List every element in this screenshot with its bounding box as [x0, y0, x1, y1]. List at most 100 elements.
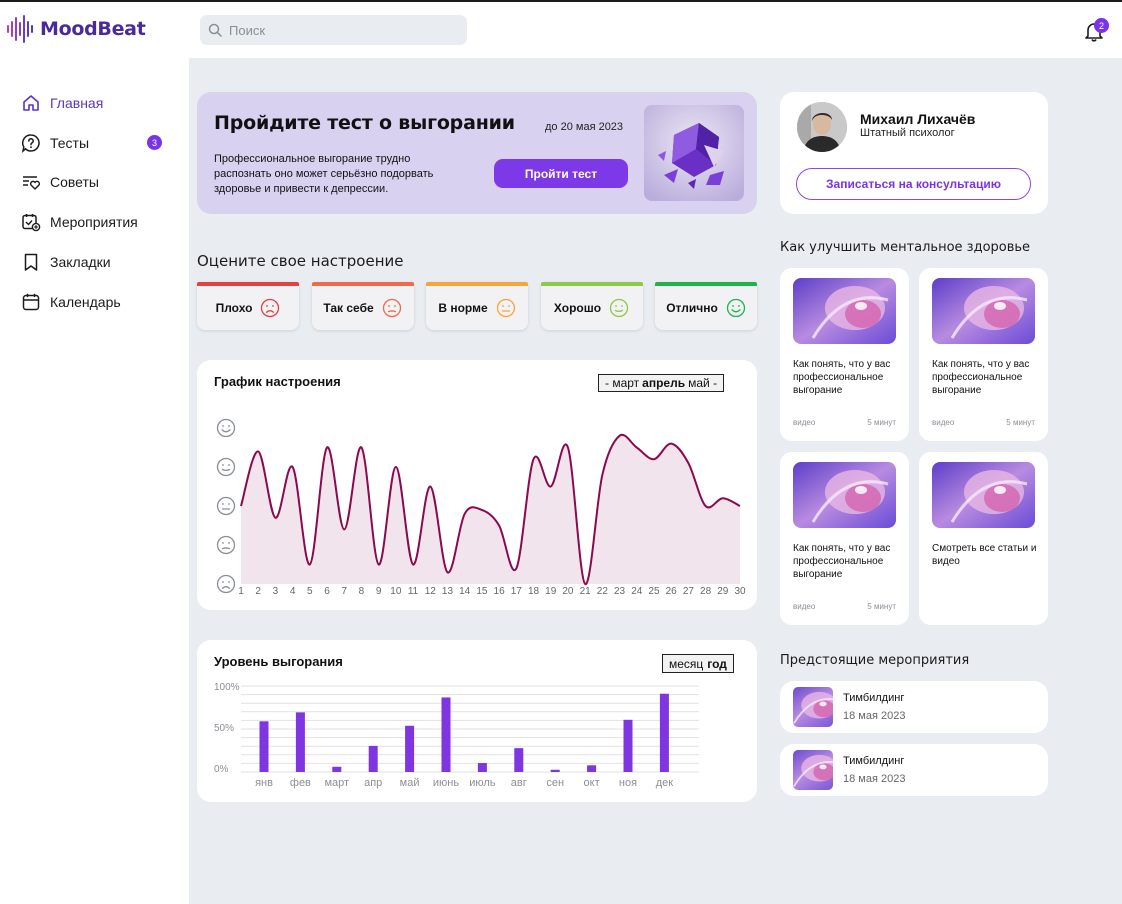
mood-option-button[interactable]: Отлично	[655, 282, 757, 330]
x-tick-label: 26	[666, 586, 678, 597]
x-tick-label: 10	[390, 586, 402, 597]
article-image	[932, 278, 1035, 344]
x-tick-label: 15	[476, 586, 488, 597]
x-tick-label: 14	[459, 586, 471, 597]
sidebar-item-label: Календарь	[50, 294, 121, 310]
bar-дек	[659, 693, 669, 772]
search-input[interactable]	[229, 22, 449, 38]
mood-option-label: Хорошо	[553, 300, 602, 315]
mood-option-label: Так себе	[323, 300, 374, 315]
burnout-test-banner: Пройдите тест о выгорании до 20 мая 2023…	[197, 92, 757, 214]
banner-illustration	[644, 105, 744, 201]
x-tick-label: 2	[255, 586, 261, 597]
mood-area-fill	[241, 434, 740, 585]
article-thumbnail	[932, 462, 1035, 528]
x-tick-label: 16	[494, 586, 506, 597]
y-tick-label: 100%	[214, 682, 240, 693]
take-test-button[interactable]: Пройти тест	[494, 159, 628, 188]
notification-badge: 2	[1094, 18, 1109, 33]
sidebar-item-tests[interactable]: Тесты 3	[21, 133, 166, 153]
sidebar-item-calendar[interactable]: Календарь	[21, 292, 166, 312]
mood-option-label: В норме	[438, 300, 488, 315]
app-name: MoodBeat	[40, 18, 146, 40]
article-card[interactable]: Как понять, что у вас профессиональное в…	[780, 452, 909, 625]
mood-option-button[interactable]: Плохо	[197, 282, 299, 330]
events-section-title: Предстоящие мероприятия	[780, 653, 970, 668]
x-tick-label: 3	[273, 586, 279, 597]
x-tick-label: 30	[734, 586, 746, 597]
bar-март	[332, 766, 342, 772]
event-item[interactable]: Тимбилдинг 18 мая 2023	[780, 744, 1048, 796]
app-logo[interactable]: MoodBeat	[6, 14, 146, 44]
soundwave-logo-icon	[7, 15, 33, 43]
mood-option-button[interactable]: Так себе	[311, 282, 414, 330]
x-tick-label: 8	[359, 586, 365, 597]
see-all-card[interactable]: Смотреть все статьи и видео	[919, 452, 1048, 625]
article-title: Как понять, что у вас профессиональное в…	[793, 359, 891, 396]
search-bar[interactable]	[200, 15, 467, 45]
bar-сен	[550, 769, 560, 772]
bar-авг	[514, 748, 524, 772]
bar-ноя	[623, 719, 633, 772]
x-tick-label: 21	[580, 586, 592, 597]
bar-июль	[477, 763, 487, 772]
article-card[interactable]: Как понять, что у вас профессиональное в…	[780, 268, 909, 441]
mood-option-label: Плохо	[215, 300, 253, 315]
mood-option-button[interactable]: В норме	[426, 282, 528, 330]
article-thumbnail	[793, 278, 896, 344]
x-tick-label: июль	[469, 777, 496, 789]
x-tick-label: 12	[425, 586, 437, 597]
x-tick-label: 17	[511, 586, 523, 597]
sidebar-item-label: Советы	[50, 174, 99, 190]
x-tick-label: 19	[545, 586, 557, 597]
bar-фев	[295, 712, 305, 772]
mood-option-label: Отлично	[666, 300, 718, 315]
x-tick-label: фев	[290, 777, 311, 789]
book-consultation-button[interactable]: Записаться на консультацию	[796, 168, 1031, 200]
x-tick-label: 27	[683, 586, 695, 597]
article-meta: видео 5 минут	[793, 602, 896, 611]
x-tick-label: окт	[584, 777, 600, 789]
mood-option-button[interactable]: Хорошо	[540, 282, 643, 330]
window-top-border	[0, 0, 1122, 2]
bar-июнь	[441, 697, 451, 772]
banner-description: Профессиональное выгорание трудно распоз…	[214, 153, 434, 195]
sidebar-item-home[interactable]: Главная	[21, 93, 166, 113]
article-duration: 5 минут	[867, 602, 896, 611]
x-tick-label: 4	[290, 586, 296, 597]
articles-section-title: Как улучшить ментальное здоровье	[780, 240, 1031, 255]
article-meta: видео 5 минут	[932, 418, 1035, 427]
sidebar-item-advice[interactable]: Советы	[21, 172, 166, 192]
mood-axis-sad-icon	[216, 574, 236, 594]
x-tick-label: 25	[648, 586, 660, 597]
mood-color-bar	[426, 282, 528, 286]
sidebar-item-bookmarks[interactable]: Закладки	[21, 252, 166, 272]
x-tick-label: 28	[700, 586, 712, 597]
article-type: видео	[793, 602, 816, 611]
mood-axis-meh-icon	[216, 535, 236, 555]
x-tick-label: 5	[307, 586, 313, 597]
article-title: Как понять, что у вас профессиональное в…	[932, 359, 1030, 396]
x-tick-label: 11	[408, 586, 419, 597]
bar-май	[405, 725, 415, 772]
tests-count-badge: 3	[147, 135, 162, 150]
event-item[interactable]: Тимбилдинг 18 мая 2023	[780, 681, 1048, 733]
x-tick-label: май	[400, 777, 420, 789]
see-all-link[interactable]: Смотреть все статьи и видео	[932, 542, 1040, 568]
avatar	[797, 102, 847, 152]
sidebar-item-events[interactable]: Мероприятия	[21, 212, 166, 232]
list-heart-icon	[21, 172, 41, 192]
article-card[interactable]: Как понять, что у вас профессиональное в…	[919, 268, 1048, 441]
article-thumbnail	[932, 278, 1035, 344]
banner-title: Пройдите тест о выгорании	[214, 112, 515, 134]
mood-section-title: Оцените свое настроение	[197, 252, 404, 270]
event-image	[793, 750, 833, 790]
x-tick-label: ноя	[619, 777, 637, 789]
x-tick-label: 9	[376, 586, 382, 597]
banner-deadline: до 20 мая 2023	[545, 121, 624, 133]
sidebar-item-label: Тесты	[50, 135, 90, 151]
psychologist-card: Михаил Лихачёв Штатный психолог Записать…	[780, 92, 1048, 214]
x-tick-label: 1	[238, 586, 244, 597]
article-title: Как понять, что у вас профессиональное в…	[793, 543, 891, 580]
mood-color-bar	[311, 282, 414, 286]
